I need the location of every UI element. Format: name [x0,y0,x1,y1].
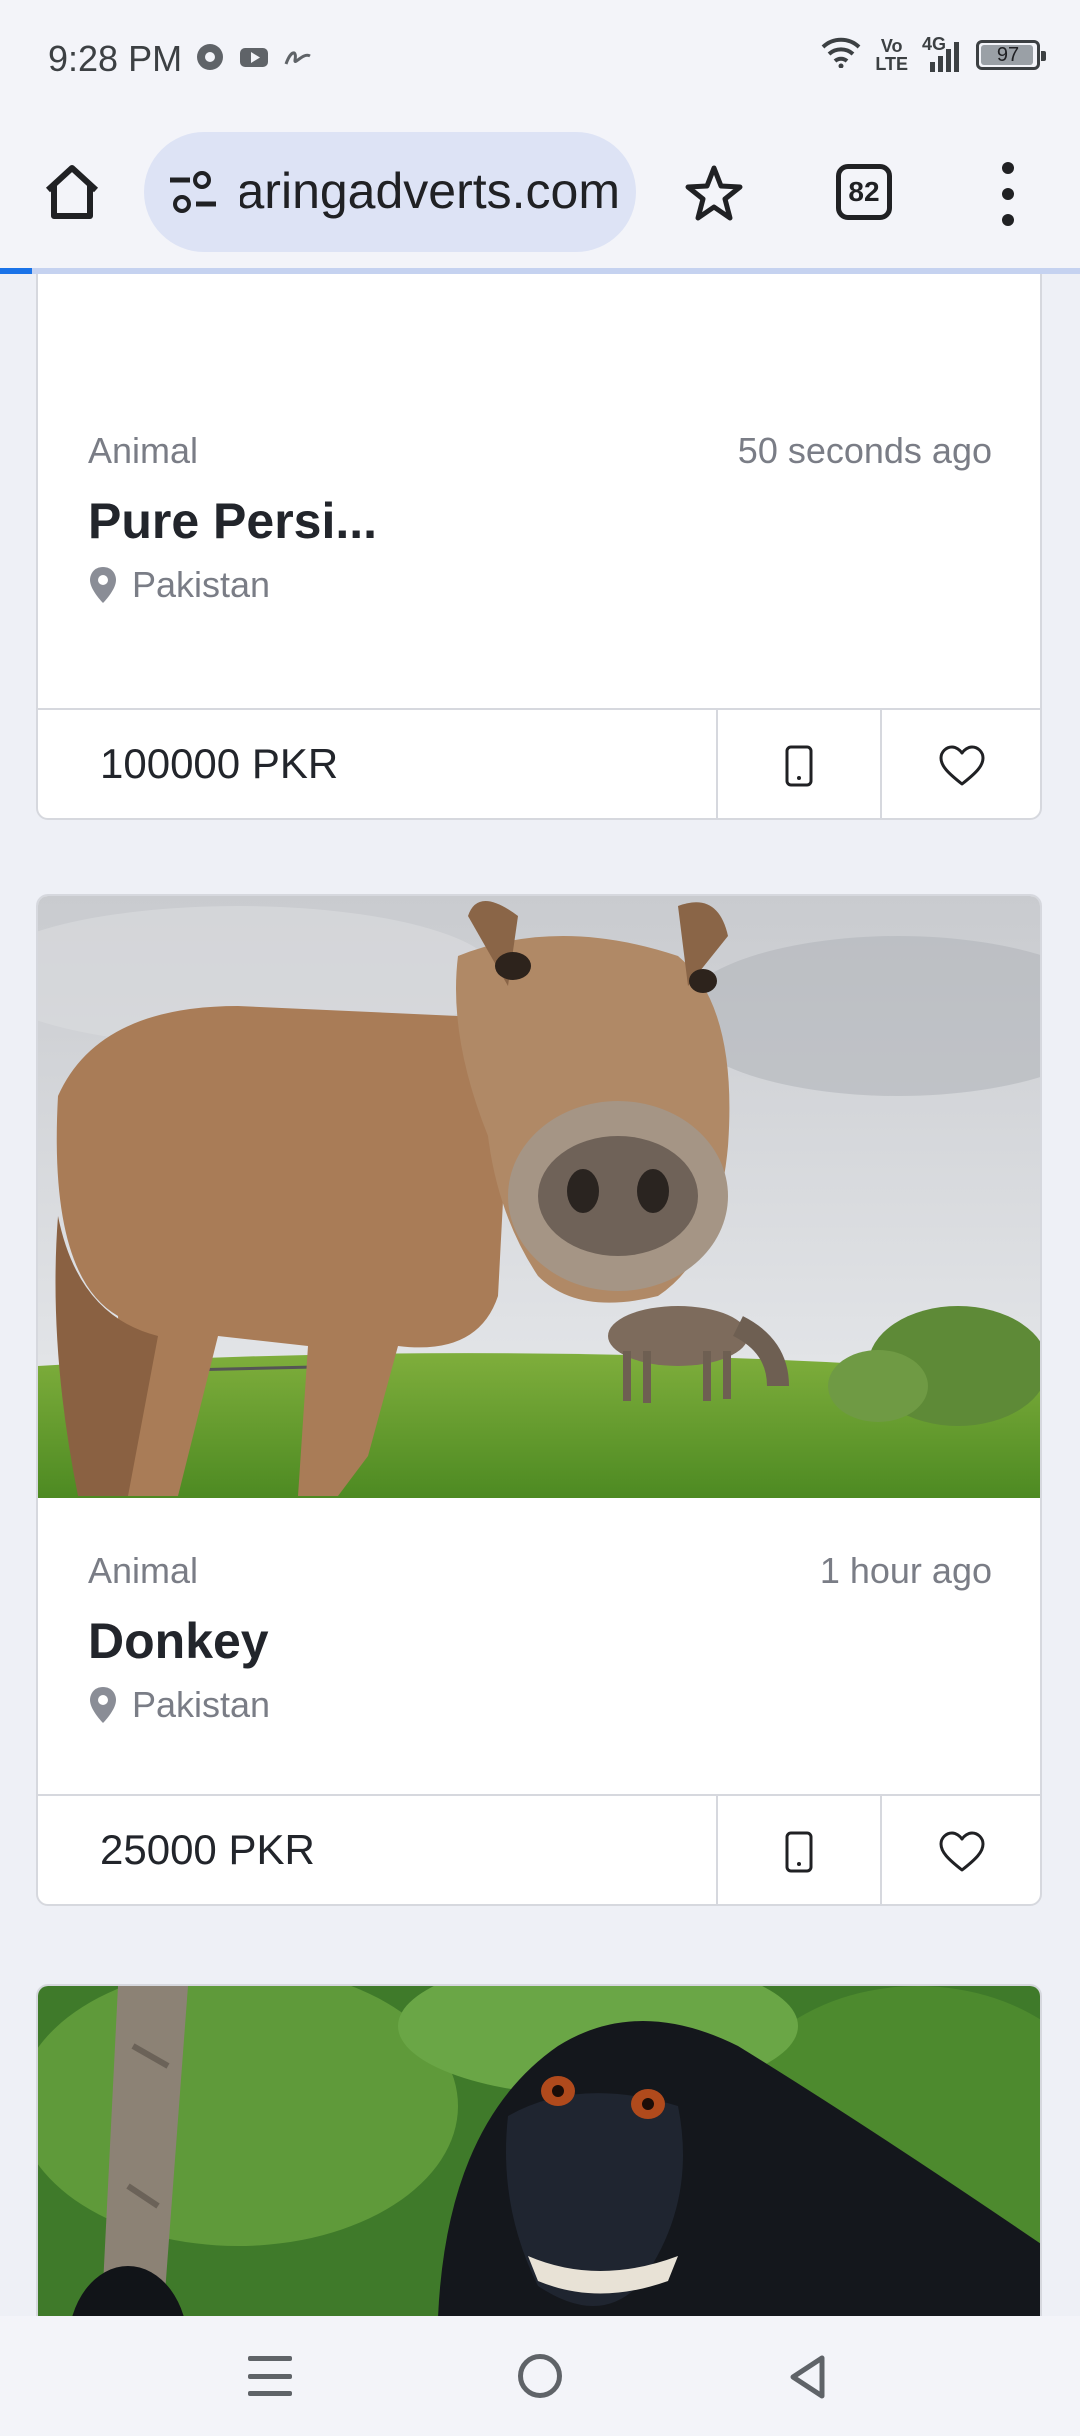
listing-category: Animal [88,430,199,471]
signal-indicator: 4G [922,34,962,72]
listing-card[interactable] [36,1984,1042,2316]
volte-top-label: Vo [880,35,903,56]
overflow-menu-button[interactable] [996,162,1020,226]
listing-price: 100000 PKR [100,740,339,787]
menu-lines-icon [248,2356,292,2361]
call-button[interactable] [716,710,880,818]
listing-location: Pakistan [88,564,270,606]
site-settings-icon[interactable] [168,170,218,214]
back-triangle-icon [790,2355,825,2399]
location-pin-icon [90,567,116,603]
home-button[interactable] [40,160,104,224]
browser-toolbar: aringadverts.com 82 [0,118,1080,270]
listing-category: Animal [88,1550,199,1591]
nav-home-button[interactable] [518,2354,562,2398]
listing-card[interactable]: Animal 1 hour ago Donkey Pakistan 25000 … [36,894,1042,1906]
chrome-icon [195,42,225,72]
url-text[interactable]: aringadverts.com [240,162,620,220]
home-icon [45,165,99,219]
status-bar: 9:28 PM Vo LTE 4G 97 [0,0,1080,118]
donkey-photo [38,896,1040,1498]
system-nav-bar [0,2316,1080,2436]
location-text: Pakistan [132,564,271,605]
tab-switcher-button[interactable]: 82 [836,164,892,220]
listing-title[interactable]: Pure Persi... [88,492,377,550]
listing-details[interactable]: Animal 1 hour ago Donkey Pakistan [38,1498,1040,1794]
signature-icon [283,42,313,72]
wifi-icon [821,36,861,73]
listing-footer: 25000 PKR [38,1794,1040,1904]
listing-card[interactable]: Animal 50 seconds ago Pure Persi... Paki… [36,274,1042,820]
listing-title[interactable]: Donkey [88,1612,269,1670]
location-pin-icon [90,1687,116,1723]
call-button[interactable] [716,1796,880,1904]
listing-price: 25000 PKR [100,1826,315,1873]
address-bar[interactable]: aringadverts.com [144,132,636,252]
notification-icons [195,42,313,72]
favorite-button[interactable] [880,1796,1040,1904]
battery-icon: 97 [976,39,1046,70]
listing-footer: 100000 PKR [38,708,1040,818]
listing-time: 50 seconds ago [737,430,992,471]
status-time: 9:28 PM [48,38,183,79]
network-type: 4G [922,33,947,54]
nav-back-button[interactable] [788,2354,828,2400]
listing-location: Pakistan [88,1684,270,1726]
location-text: Pakistan [132,1684,271,1725]
recents-button[interactable] [248,2356,292,2396]
favorite-button[interactable] [880,710,1040,818]
volte-bottom-label: LTE [875,53,908,74]
star-icon [685,165,743,221]
status-indicators: Vo LTE 4G 97 [821,34,1046,73]
listing-feed[interactable]: Animal 50 seconds ago Pure Persi... Paki… [0,274,1080,2316]
youtube-icon [239,42,269,72]
bookmark-button[interactable] [682,162,746,226]
listing-time: 1 hour ago [819,1550,992,1591]
phone-icon [785,1831,813,1873]
listing-details[interactable]: Animal 50 seconds ago Pure Persi... Paki… [38,274,1040,708]
more-vert-icon [1002,162,1014,174]
volte-indicator: Vo LTE [875,37,908,73]
battery-level: 97 [996,43,1020,66]
monkey-photo [38,1986,1040,2316]
heart-icon [939,745,985,786]
listing-photo[interactable] [38,1986,1040,2316]
heart-icon [939,1831,985,1872]
phone-icon [785,745,813,787]
listing-photo[interactable] [38,896,1040,1498]
tab-count: 82 [848,176,880,207]
